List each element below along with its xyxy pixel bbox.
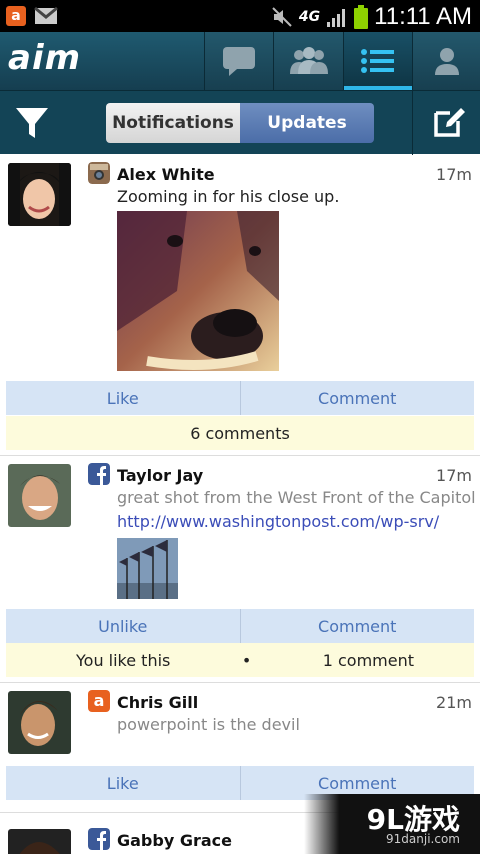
post-link[interactable]: http://www.washingtonpost.com/wp-srv/ bbox=[117, 512, 439, 531]
toolbar-divider bbox=[412, 91, 413, 155]
avatar[interactable] bbox=[8, 464, 71, 527]
unlike-button[interactable]: Unlike bbox=[6, 609, 240, 643]
clock: 11:11 AM bbox=[374, 3, 472, 30]
comment-button[interactable]: Comment bbox=[239, 381, 475, 415]
post-time: 17m bbox=[436, 165, 472, 184]
updates-button[interactable]: Updates bbox=[240, 103, 374, 143]
post-author[interactable]: Taylor Jay bbox=[117, 466, 203, 485]
tab-profile[interactable] bbox=[412, 32, 480, 90]
app-notification-icon: a bbox=[6, 6, 26, 26]
feed-item: a Chris Gill 21m powerpoint is the devil… bbox=[0, 683, 480, 801]
watermark-url: 91danji.com bbox=[386, 832, 460, 846]
watermark: 9L游戏 91danji.com bbox=[304, 794, 480, 854]
network-type: 4G bbox=[298, 9, 321, 25]
tab-updates-list[interactable] bbox=[343, 32, 412, 90]
signal-icon bbox=[327, 9, 346, 27]
post-author[interactable]: Chris Gill bbox=[117, 693, 198, 712]
filter-icon[interactable] bbox=[14, 105, 50, 141]
list-icon bbox=[361, 49, 394, 73]
post-time: 21m bbox=[436, 693, 472, 712]
tab-buddies[interactable] bbox=[273, 32, 343, 90]
gmail-icon bbox=[34, 6, 58, 24]
facebook-icon bbox=[88, 463, 110, 485]
facebook-icon bbox=[88, 828, 110, 850]
view-segmented-control: Notifications Updates bbox=[106, 103, 374, 143]
avatar[interactable] bbox=[8, 691, 71, 754]
aim-logo: aim bbox=[8, 38, 82, 78]
post-author[interactable]: Gabby Grace bbox=[117, 831, 232, 850]
main-tabs bbox=[204, 32, 480, 90]
avatar[interactable] bbox=[8, 163, 71, 226]
like-button[interactable]: Like bbox=[6, 381, 240, 415]
like-status: You like this bbox=[76, 650, 171, 670]
meta-separator: • bbox=[241, 650, 252, 670]
aim-icon: a bbox=[88, 690, 110, 712]
like-button[interactable]: Like bbox=[6, 766, 240, 800]
notifications-button[interactable]: Notifications bbox=[106, 103, 240, 143]
comment-button[interactable]: Comment bbox=[239, 609, 475, 643]
post-text: great shot from the West Front of the Ca… bbox=[117, 488, 476, 507]
post-actions: Like Comment bbox=[6, 381, 474, 415]
chat-icon bbox=[223, 47, 255, 76]
feed-item: Alex White 17m Zooming in for his close … bbox=[0, 155, 480, 455]
battery-icon bbox=[354, 5, 369, 29]
comments-count[interactable]: 6 comments bbox=[6, 416, 474, 450]
post-author[interactable]: Alex White bbox=[117, 165, 215, 184]
post-meta: You like this • 1 comment bbox=[6, 643, 474, 677]
post-time: 17m bbox=[436, 466, 472, 485]
tab-chat[interactable] bbox=[204, 32, 273, 90]
avatar[interactable] bbox=[8, 829, 71, 854]
comments-count[interactable]: 1 comment bbox=[323, 651, 414, 670]
compose-icon[interactable] bbox=[432, 105, 466, 139]
post-photo[interactable] bbox=[117, 211, 279, 371]
app-header: aim bbox=[0, 32, 480, 90]
profile-icon bbox=[434, 48, 459, 75]
buddies-icon bbox=[289, 47, 328, 74]
mute-icon bbox=[272, 7, 292, 27]
feed-item: Taylor Jay 17m great shot from the West … bbox=[0, 456, 480, 682]
filter-toolbar: Notifications Updates bbox=[0, 90, 480, 155]
post-text: powerpoint is the devil bbox=[117, 715, 300, 734]
post-photo[interactable] bbox=[117, 538, 178, 599]
post-actions: Unlike Comment bbox=[6, 609, 474, 643]
post-text: Zooming in for his close up. bbox=[117, 187, 340, 206]
status-bar: a 4G 11:11 AM bbox=[0, 0, 480, 32]
instagram-icon bbox=[88, 162, 110, 184]
